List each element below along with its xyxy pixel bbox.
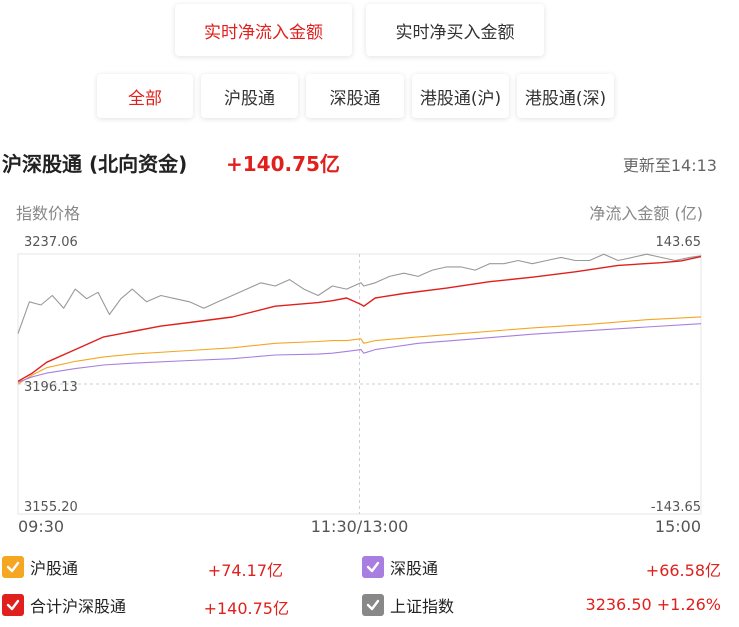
segment-all-label: 全部 — [128, 88, 162, 109]
check-icon[interactable] — [2, 594, 24, 616]
x-tick-close: 15:00 — [655, 517, 701, 536]
legend-label: 上证指数 — [390, 597, 455, 616]
segment-hk-connect-sh[interactable]: 港股通(沪) — [412, 74, 509, 118]
chart-title: 沪深股通 (北向资金) — [2, 152, 188, 176]
legend-value-shanghai-connect: +74.17亿 — [207, 561, 283, 580]
segment-hk-connect-sh-label: 港股通(沪) — [419, 88, 502, 109]
x-tick-open: 09:30 — [18, 517, 64, 536]
left-tick-top: 3237.06 — [24, 235, 78, 250]
legend-item-shenzhen-connect[interactable]: 深股通 — [362, 552, 438, 582]
legend-label: 合计沪深股通 — [30, 597, 127, 616]
right-tick-top: 143.65 — [656, 235, 702, 250]
segment-shanghai-connect[interactable]: 沪股通 — [201, 74, 298, 118]
updated-time: 更新至14:13 — [622, 156, 717, 175]
segment-shenzhen-connect-label: 深股通 — [329, 88, 381, 109]
tab-net-buy-label: 实时净买入金额 — [395, 22, 515, 43]
legend-label: 深股通 — [390, 559, 439, 578]
left-tick-mid: 3196.13 — [24, 380, 78, 395]
segment-shanghai-connect-label: 沪股通 — [224, 88, 275, 109]
left-axis-title: 指数价格 — [16, 204, 81, 223]
flow-chart: 3237.06 3196.13 3155.20 143.65 -143.65 09:30 1… — [17, 235, 702, 536]
legend-item-shanghai-connect[interactable]: 沪股通 — [2, 552, 78, 582]
left-tick-bottom: 3155.20 — [24, 500, 78, 515]
check-icon[interactable] — [362, 556, 384, 578]
total-net-inflow-value: +140.75亿 — [226, 152, 340, 176]
check-icon[interactable] — [2, 556, 24, 578]
segment-shenzhen-connect[interactable]: 深股通 — [306, 74, 404, 118]
legend-item-total-connect[interactable]: 合计沪深股通 — [2, 590, 126, 620]
check-icon[interactable] — [362, 594, 384, 616]
legend-value-shenzhen-connect: +66.58亿 — [645, 561, 721, 580]
segment-hk-connect-sz[interactable]: 港股通(深) — [517, 74, 614, 118]
segment-hk-connect-sz-label: 港股通(深) — [524, 88, 607, 109]
legend-value-total-connect: +140.75亿 — [203, 599, 289, 618]
tab-net-buy[interactable]: 实时净买入金额 — [366, 4, 544, 56]
tab-net-inflow-label: 实时净流入金额 — [204, 22, 323, 43]
tab-net-inflow[interactable]: 实时净流入金额 — [175, 4, 352, 56]
legend-label: 沪股通 — [30, 559, 79, 578]
right-tick-bottom: -143.65 — [651, 500, 701, 515]
segment-all[interactable]: 全部 — [97, 74, 193, 118]
x-tick-midday: 11:30/13:00 — [311, 517, 409, 536]
right-axis-title: 净流入金额 (亿) — [589, 204, 703, 223]
legend-item-sse-index[interactable]: 上证指数 — [362, 590, 454, 620]
legend-value-sse-index: 3236.50 +1.26% — [585, 595, 721, 614]
